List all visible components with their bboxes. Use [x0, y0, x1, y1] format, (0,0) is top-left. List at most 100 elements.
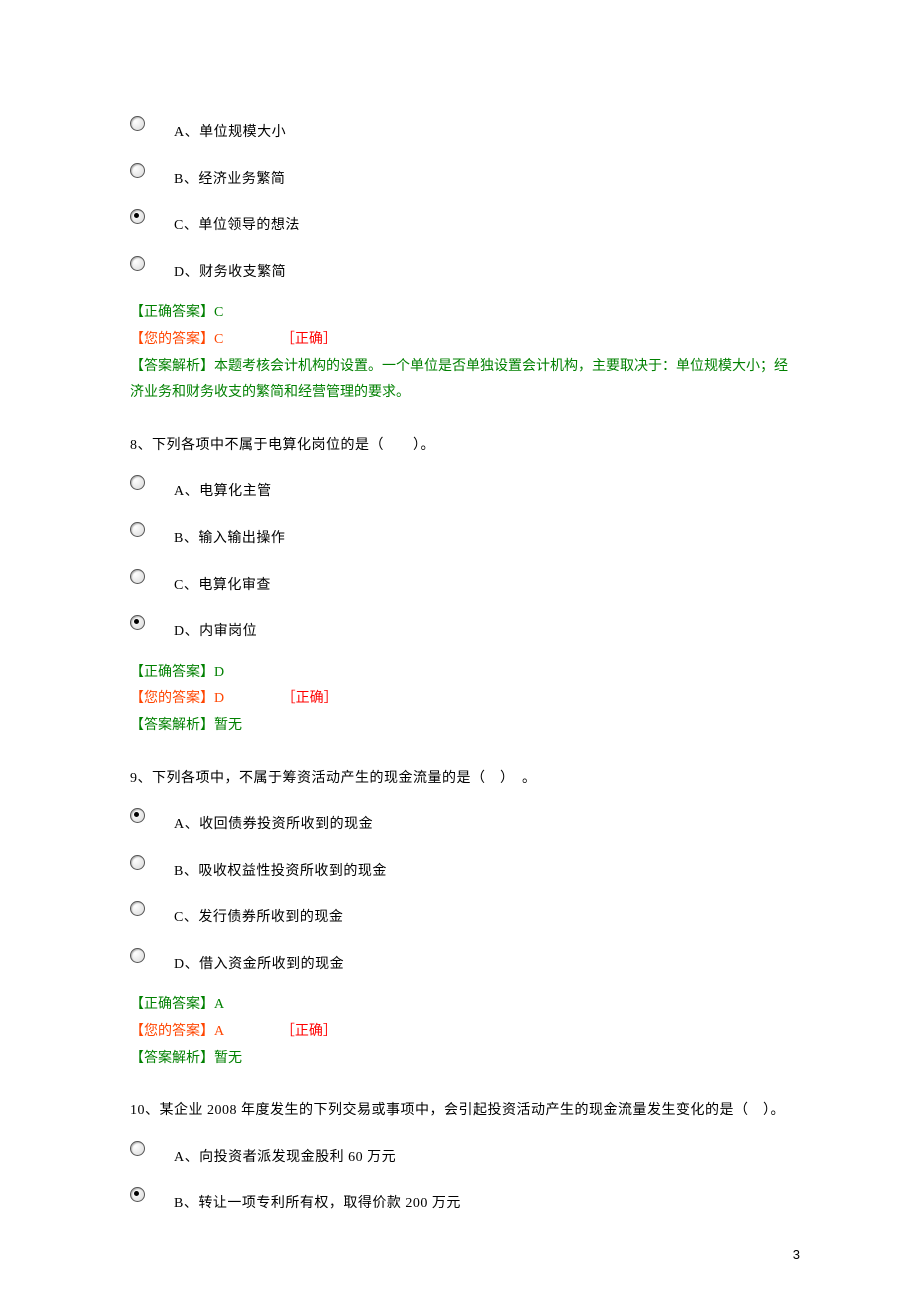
option-label: A、向投资者派发现金股利 60 万元 [174, 1139, 396, 1172]
question-text: 某企业 2008 年度发生的下列交易或事项中，会引起投资活动产生的现金流量发生变… [160, 1103, 786, 1118]
option-label: D、财务收支繁简 [174, 254, 286, 287]
correct-answer-line: 【正确答案】C [130, 300, 790, 327]
your-answer-value: A [214, 1024, 223, 1039]
explanation-text: 暂无 [214, 1051, 242, 1066]
radio-wrap [130, 613, 174, 630]
option-row[interactable]: A、电算化主管 [130, 473, 790, 506]
radio-icon[interactable] [130, 615, 145, 630]
your-answer-line: 【您的答案】C ［正确］ [130, 327, 790, 354]
question-number: 9、 [130, 771, 152, 786]
explanation-prefix: 【答案解析】 [130, 359, 214, 374]
radio-wrap [130, 114, 174, 131]
radio-icon[interactable] [130, 808, 145, 823]
question-number: 10、 [130, 1103, 160, 1118]
correct-answer-value: A [214, 997, 224, 1012]
explanation-text: 暂无 [214, 718, 242, 733]
option-label: B、转让一项专利所有权，取得价款 200 万元 [174, 1185, 461, 1218]
question-block: A、单位规模大小 B、经济业务繁简 C、单位领导的想法 D、财务收支繁简 【正确… [130, 114, 790, 407]
your-answer-prefix: 【您的答案】 [130, 1024, 214, 1039]
question-stem: 10、某企业 2008 年度发生的下列交易或事项中，会引起投资活动产生的现金流量… [130, 1098, 790, 1125]
question-block: 9、下列各项中，不属于筹资活动产生的现金流量的是（ ） 。 A、收回债券投资所收… [130, 766, 790, 1073]
correct-answer-prefix: 【正确答案】 [130, 997, 214, 1012]
explanation-text: 本题考核会计机构的设置。一个单位是否单独设置会计机构，主要取决于：单位规模大小；… [130, 359, 788, 401]
radio-wrap [130, 1185, 174, 1202]
explanation-line: 【答案解析】暂无 [130, 713, 790, 740]
option-label: B、吸收权益性投资所收到的现金 [174, 853, 387, 886]
correct-answer-value: C [214, 305, 223, 320]
explanation-prefix: 【答案解析】 [130, 1051, 214, 1066]
radio-icon[interactable] [130, 1187, 145, 1202]
option-row[interactable]: D、内审岗位 [130, 613, 790, 646]
option-row[interactable]: B、吸收权益性投资所收到的现金 [130, 853, 790, 886]
option-row[interactable]: A、收回债券投资所收到的现金 [130, 806, 790, 839]
radio-wrap [130, 473, 174, 490]
radio-icon[interactable] [130, 116, 145, 131]
question-block: 8、下列各项中不属于电算化岗位的是（ ）。 A、电算化主管 B、输入输出操作 C… [130, 433, 790, 740]
radio-icon[interactable] [130, 1141, 145, 1156]
radio-wrap [130, 567, 174, 584]
option-row[interactable]: A、单位规模大小 [130, 114, 790, 147]
radio-wrap [130, 254, 174, 271]
option-label: A、电算化主管 [174, 473, 272, 506]
status-badge: ［正确］ [281, 327, 337, 354]
correct-answer-value: D [214, 665, 224, 680]
answer-block: 【正确答案】D 【您的答案】D ［正确］ 【答案解析】暂无 [130, 660, 790, 740]
correct-answer-line: 【正确答案】A [130, 992, 790, 1019]
option-label: D、内审岗位 [174, 613, 257, 646]
page-number: 3 [793, 1243, 800, 1268]
your-answer-line: 【您的答案】A ［正确］ [130, 1019, 790, 1046]
option-label: A、收回债券投资所收到的现金 [174, 806, 373, 839]
option-row[interactable]: D、借入资金所收到的现金 [130, 946, 790, 979]
correct-answer-line: 【正确答案】D [130, 660, 790, 687]
radio-icon[interactable] [130, 569, 145, 584]
option-label: A、单位规模大小 [174, 114, 286, 147]
radio-icon[interactable] [130, 256, 145, 271]
your-answer-line: 【您的答案】D ［正确］ [130, 686, 790, 713]
answer-block: 【正确答案】A 【您的答案】A ［正确］ 【答案解析】暂无 [130, 992, 790, 1072]
radio-icon[interactable] [130, 209, 145, 224]
radio-wrap [130, 207, 174, 224]
radio-wrap [130, 946, 174, 963]
option-row[interactable]: C、单位领导的想法 [130, 207, 790, 240]
your-answer-value: C [214, 332, 223, 347]
question-number: 8、 [130, 438, 152, 453]
question-stem: 9、下列各项中，不属于筹资活动产生的现金流量的是（ ） 。 [130, 766, 790, 793]
explanation-prefix: 【答案解析】 [130, 718, 214, 733]
status-badge: ［正确］ [282, 686, 338, 713]
question-text: 下列各项中不属于电算化岗位的是（ ）。 [152, 438, 435, 453]
radio-icon[interactable] [130, 522, 145, 537]
your-answer-prefix: 【您的答案】 [130, 691, 214, 706]
option-label: B、输入输出操作 [174, 520, 285, 553]
option-row[interactable]: C、发行债券所收到的现金 [130, 899, 790, 932]
option-row[interactable]: A、向投资者派发现金股利 60 万元 [130, 1139, 790, 1172]
radio-icon[interactable] [130, 901, 145, 916]
radio-wrap [130, 1139, 174, 1156]
explanation-line: 【答案解析】暂无 [130, 1046, 790, 1073]
correct-answer-prefix: 【正确答案】 [130, 665, 214, 680]
option-label: B、经济业务繁简 [174, 161, 285, 194]
radio-icon[interactable] [130, 855, 145, 870]
radio-wrap [130, 520, 174, 537]
your-answer-prefix: 【您的答案】 [130, 332, 214, 347]
option-row[interactable]: B、输入输出操作 [130, 520, 790, 553]
radio-wrap [130, 806, 174, 823]
radio-icon[interactable] [130, 948, 145, 963]
your-answer-value: D [214, 691, 224, 706]
option-row[interactable]: B、经济业务繁简 [130, 161, 790, 194]
question-stem: 8、下列各项中不属于电算化岗位的是（ ）。 [130, 433, 790, 460]
explanation-line: 【答案解析】本题考核会计机构的设置。一个单位是否单独设置会计机构，主要取决于：单… [130, 354, 790, 407]
page: A、单位规模大小 B、经济业务繁简 C、单位领导的想法 D、财务收支繁简 【正确… [0, 0, 920, 1302]
option-label: C、单位领导的想法 [174, 207, 300, 240]
option-label: C、发行债券所收到的现金 [174, 899, 343, 932]
correct-answer-prefix: 【正确答案】 [130, 305, 214, 320]
radio-wrap [130, 899, 174, 916]
radio-wrap [130, 853, 174, 870]
radio-icon[interactable] [130, 163, 145, 178]
question-block: 10、某企业 2008 年度发生的下列交易或事项中，会引起投资活动产生的现金流量… [130, 1098, 790, 1218]
radio-icon[interactable] [130, 475, 145, 490]
option-row[interactable]: B、转让一项专利所有权，取得价款 200 万元 [130, 1185, 790, 1218]
option-row[interactable]: D、财务收支繁简 [130, 254, 790, 287]
answer-block: 【正确答案】C 【您的答案】C ［正确］ 【答案解析】本题考核会计机构的设置。一… [130, 300, 790, 406]
option-row[interactable]: C、电算化审查 [130, 567, 790, 600]
option-label: D、借入资金所收到的现金 [174, 946, 344, 979]
